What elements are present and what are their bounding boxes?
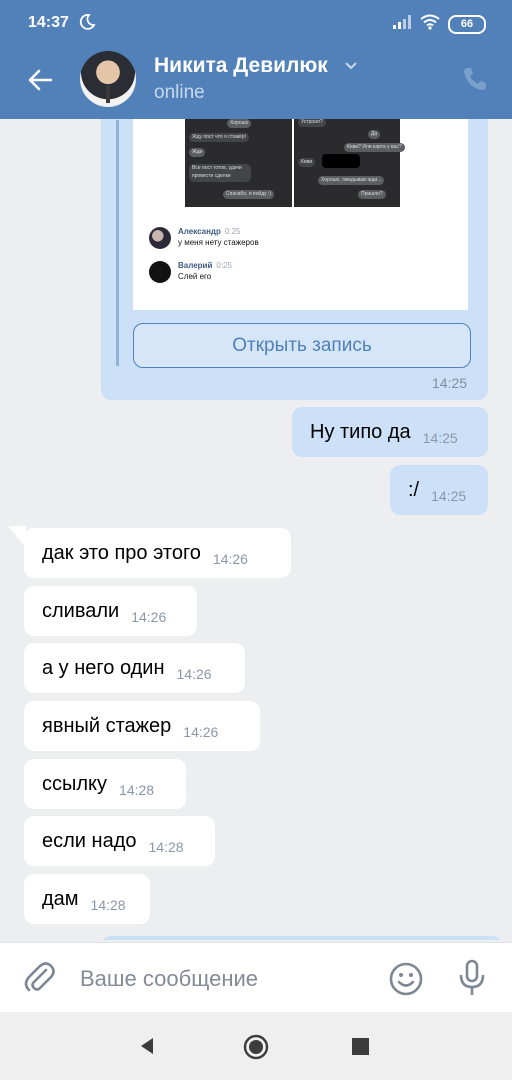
outgoing-message[interactable]: Ну типо да 14:25 (292, 407, 488, 457)
message-time: 14:28 (90, 897, 126, 913)
comment-text: у меня нету стажеров (178, 238, 259, 247)
screenshot-message: Киви (298, 158, 316, 167)
message-input[interactable] (80, 961, 370, 997)
battery-indicator: 66 (448, 15, 486, 34)
screenshot-message: Устроил? (298, 118, 326, 127)
post-screenshot-right: Устроил? Да Киви? Или карта у вас? Киви … (294, 112, 405, 207)
phone-icon (464, 68, 486, 90)
comment-text: Слей его (178, 272, 212, 281)
do-not-disturb-icon (78, 13, 96, 36)
redaction-mark (322, 154, 360, 168)
message-time: 14:26 (183, 724, 219, 740)
post-screenshot-left: Хорошо Жду пост что я стажёр! Жди Все по… (185, 112, 292, 207)
message-text: а у него один (42, 656, 165, 679)
message-time: 14:26 (131, 609, 167, 625)
commenter-avatar (149, 227, 171, 249)
microphone-icon (459, 959, 485, 995)
system-back-button[interactable] (137, 1036, 157, 1061)
screenshot-message: Киви? Или карта у вас? (344, 143, 405, 152)
triangle-back-icon (141, 1038, 153, 1054)
message-text: сливали (42, 599, 120, 622)
message-time: 14:25 (432, 375, 468, 391)
commenter-avatar (149, 261, 171, 283)
screenshot-message: Хорошо, ожидываю жди... (318, 176, 385, 185)
signal-icon (392, 14, 412, 35)
system-recents-button[interactable] (352, 1038, 369, 1055)
circle-home-icon (243, 1034, 269, 1060)
message-time: 14:26 (176, 666, 212, 682)
incoming-message[interactable]: если надо 14:28 (24, 816, 215, 866)
status-icons: 66 (392, 14, 486, 35)
chat-header: 14:37 66 Никита Девилюк online (0, 0, 512, 119)
contact-avatar[interactable] (80, 51, 136, 107)
next-message-peek (101, 936, 502, 940)
message-text: :/ (408, 478, 420, 501)
open-post-button[interactable]: Открыть запись (133, 323, 471, 368)
smiley-icon (389, 962, 423, 996)
message-text: дам (42, 887, 79, 910)
message-composer (0, 942, 512, 1013)
screenshot-message: Хорошо (227, 119, 252, 128)
message-text: ссылку (42, 772, 108, 795)
comment-author: Александр 0:25 (178, 227, 241, 236)
message-time: 14:25 (422, 430, 458, 446)
message-text: дак это про этого (42, 541, 201, 564)
arrow-left-icon (28, 69, 53, 91)
message-time: 14:28 (119, 782, 155, 798)
incoming-message[interactable]: а у него один 14:26 (24, 643, 245, 693)
message-time: 14:26 (212, 551, 248, 567)
paperclip-icon (24, 962, 55, 992)
call-button[interactable] (460, 64, 490, 94)
incoming-message[interactable]: ссылку 14:28 (24, 759, 186, 809)
screenshot-message: Жди (189, 148, 206, 157)
screenshot-message: Спасибо, я пойду :) (223, 190, 275, 199)
contact-name[interactable]: Никита Девилюк (154, 54, 328, 78)
incoming-message[interactable]: явный стажер 14:26 (24, 701, 260, 751)
incoming-message[interactable]: сливали 14:26 (24, 586, 197, 636)
chevron-down-icon[interactable] (344, 58, 358, 76)
wifi-icon (420, 14, 440, 35)
status-time: 14:37 (28, 14, 69, 31)
message-text: Ну типо да (310, 420, 411, 443)
comment-author: Валерий 0:25 (178, 261, 232, 270)
screenshot-message: Пришло? (358, 190, 386, 199)
message-time: 14:28 (148, 839, 184, 855)
message-time: 14:25 (431, 488, 467, 504)
message-text: явный стажер (42, 714, 172, 737)
incoming-message[interactable]: дак это про этого 14:26 (24, 528, 291, 578)
voice-message-button[interactable] (456, 959, 488, 997)
message-text: если надо (42, 829, 137, 852)
back-button[interactable] (22, 62, 58, 98)
outgoing-message[interactable]: :/ 14:25 (390, 465, 488, 515)
incoming-message[interactable]: дам 14:28 (24, 874, 150, 924)
emoji-button[interactable] (389, 962, 423, 996)
system-navigation-bar (0, 1012, 512, 1080)
screenshot-message: Все пост готов, удачи провести сделки (189, 164, 251, 182)
attach-button[interactable] (24, 961, 56, 997)
contact-status: online (154, 82, 205, 103)
message-list[interactable]: Хорошо Жду пост что я стажёр! Жди Все по… (0, 0, 512, 940)
screenshot-message: Жду пост что я стажёр! (189, 133, 250, 142)
system-home-button[interactable] (243, 1034, 269, 1065)
repost-quote-bar (116, 120, 119, 366)
screenshot-message: Да (368, 130, 381, 139)
